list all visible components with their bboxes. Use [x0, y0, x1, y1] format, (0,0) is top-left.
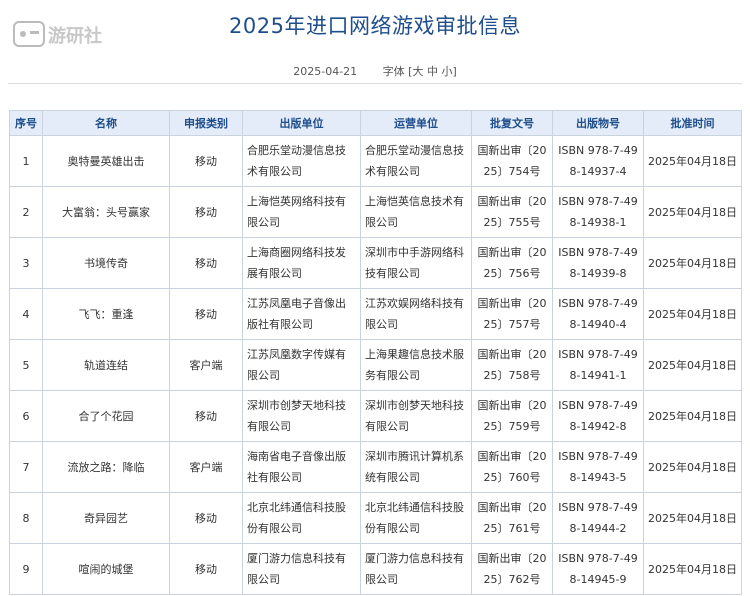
cell-col-isbn: ISBN 978-7-498-14944-2 — [552, 492, 644, 544]
cell-col-operator: 合肥乐堂动漫信息技术有限公司 — [360, 135, 472, 187]
cell-col-index: 8 — [9, 492, 43, 544]
cell-col-date: 2025年04月18日 — [643, 543, 742, 595]
cell-col-name: 奇异园艺 — [42, 492, 170, 544]
table-row: 9 喧闹的城堡 移动 厦门游力信息科技有限公司 厦门游力信息科技有限公司 国新出审〔202… — [9, 543, 742, 595]
cell-col-approval-no: 国新出审〔2025〕761号 — [471, 492, 553, 544]
cell-col-approval-no: 国新出审〔2025〕758号 — [471, 339, 553, 391]
cell-col-index: 4 — [9, 288, 43, 340]
cell-col-index: 3 — [9, 237, 43, 289]
font-size-switcher[interactable]: [大 中 小] — [408, 65, 457, 78]
cell-col-approval-no: 国新出审〔2025〕757号 — [471, 288, 553, 340]
cell-col-approval-no: 国新出审〔2025〕760号 — [471, 441, 553, 493]
header-col-isbn: 出版物号 — [552, 110, 644, 136]
cell-col-isbn: ISBN 978-7-498-14943-5 — [552, 441, 644, 493]
cell-col-category: 客户端 — [169, 339, 243, 391]
cell-col-publisher: 江苏凤凰电子音像出版社有限公司 — [242, 288, 361, 340]
page-header: 游研社 2025年进口网络游戏审批信息 2025-04-21 字体 [大 中 小… — [0, 0, 750, 84]
header-col-category: 申报类别 — [169, 110, 243, 136]
cell-col-approval-no: 国新出审〔2025〕755号 — [471, 186, 553, 238]
cell-col-approval-no: 国新出审〔2025〕759号 — [471, 390, 553, 442]
cell-col-publisher: 北京北纬通信科技股份有限公司 — [242, 492, 361, 544]
cell-col-index: 2 — [9, 186, 43, 238]
table-row: 6 合了个花园 移动 深圳市创梦天地科技有限公司 深圳市创梦天地科技有限公司 国新出审〔2… — [9, 390, 742, 442]
table-row: 7 流放之路：降临 客户端 海南省电子音像出版社有限公司 深圳市腾讯计算机系统有限公司国… — [9, 441, 742, 493]
cell-col-operator: 上海恺英信息技术有限公司 — [360, 186, 472, 238]
cell-col-index: 1 — [9, 135, 43, 187]
table-body: 1 奥特曼英雄出击 移动 合肥乐堂动漫信息技术有限公司 合肥乐堂动漫信息技术有限公司 国新… — [9, 135, 742, 595]
cell-col-category: 移动 — [169, 186, 243, 238]
table-row: 2 大富翁：头号赢家 移动 上海恺英网络科技有限公司 上海恺英信息技术有限公司 国新出审〔… — [9, 186, 742, 238]
cell-col-isbn: ISBN 978-7-498-14939-8 — [552, 237, 644, 289]
cell-col-operator: 深圳市中手游网络科技有限公司 — [360, 237, 472, 289]
table-row: 8 奇异园艺 移动 北京北纬通信科技股份有限公司 北京北纬通信科技股份有限公司 国新出审〔… — [9, 492, 742, 544]
cell-col-category: 移动 — [169, 390, 243, 442]
header-col-name: 名称 — [42, 110, 170, 136]
cell-col-isbn: ISBN 978-7-498-14941-1 — [552, 339, 644, 391]
cell-col-name: 喧闹的城堡 — [42, 543, 170, 595]
cell-col-approval-no: 国新出审〔2025〕762号 — [471, 543, 553, 595]
cell-col-publisher: 江苏凤凰数字传媒有限公司 — [242, 339, 361, 391]
header-col-index: 序号 — [9, 110, 43, 136]
publish-date: 2025-04-21 — [293, 65, 358, 78]
cell-col-category: 移动 — [169, 288, 243, 340]
cell-col-isbn: ISBN 978-7-498-14938-1 — [552, 186, 644, 238]
header-col-date: 批准时间 — [643, 110, 742, 136]
cell-col-date: 2025年04月18日 — [643, 390, 742, 442]
cell-col-name: 轨道连结 — [42, 339, 170, 391]
cell-col-date: 2025年04月18日 — [643, 237, 742, 289]
cell-col-publisher: 上海商圈网络科技发展有限公司 — [242, 237, 361, 289]
cell-col-date: 2025年04月18日 — [643, 441, 742, 493]
cell-col-index: 7 — [9, 441, 43, 493]
cell-col-index: 9 — [9, 543, 43, 595]
cell-col-name: 合了个花园 — [42, 390, 170, 442]
cell-col-publisher: 深圳市创梦天地科技有限公司 — [242, 390, 361, 442]
cell-col-isbn: ISBN 978-7-498-14937-4 — [552, 135, 644, 187]
header-col-approval-no: 批复文号 — [471, 110, 553, 136]
cell-col-operator: 上海果趣信息技术服务有限公司 — [360, 339, 472, 391]
cell-col-isbn: ISBN 978-7-498-14942-8 — [552, 390, 644, 442]
cell-col-operator: 厦门游力信息科技有限公司 — [360, 543, 472, 595]
table-row: 3 书境传奇 移动 上海商圈网络科技发展有限公司 深圳市中手游网络科技有限公司 国新出审〔… — [9, 237, 742, 289]
cell-col-operator: 深圳市创梦天地科技有限公司 — [360, 390, 472, 442]
cell-col-publisher: 上海恺英网络科技有限公司 — [242, 186, 361, 238]
cell-col-category: 移动 — [169, 543, 243, 595]
page-title: 2025年进口网络游戏审批信息 — [229, 14, 521, 38]
font-size-label: 字体 — [382, 65, 405, 78]
cell-col-publisher: 厦门游力信息科技有限公司 — [242, 543, 361, 595]
cell-col-category: 客户端 — [169, 441, 243, 493]
cell-col-category: 移动 — [169, 237, 243, 289]
cell-col-isbn: ISBN 978-7-498-14945-9 — [552, 543, 644, 595]
table-header-row: 序号 名称 申报类别 出版单位 运营单位 批复文号 出版物号 批准时间 — [9, 110, 742, 136]
cell-col-date: 2025年04月18日 — [643, 186, 742, 238]
table-row: 1 奥特曼英雄出击 移动 合肥乐堂动漫信息技术有限公司 合肥乐堂动漫信息技术有限公司 国新… — [9, 135, 742, 187]
cell-col-approval-no: 国新出审〔2025〕754号 — [471, 135, 553, 187]
cell-col-name: 大富翁：头号赢家 — [42, 186, 170, 238]
approval-table: 序号 名称 申报类别 出版单位 运营单位 批复文号 出版物号 批准时间 1 奥特曼英雄出击 移动合… — [9, 110, 742, 595]
cell-col-name: 流放之路：降临 — [42, 441, 170, 493]
cell-col-publisher: 海南省电子音像出版社有限公司 — [242, 441, 361, 493]
cell-col-operator: 深圳市腾讯计算机系统有限公司 — [360, 441, 472, 493]
cell-col-name: 飞飞：重逢 — [42, 288, 170, 340]
cell-col-date: 2025年04月18日 — [643, 339, 742, 391]
cell-col-date: 2025年04月18日 — [643, 288, 742, 340]
header-col-operator: 运营单位 — [360, 110, 472, 136]
cell-col-operator: 北京北纬通信科技股份有限公司 — [360, 492, 472, 544]
cell-col-index: 6 — [9, 390, 43, 442]
table-row: 4 飞飞：重逢 移动 江苏凤凰电子音像出版社有限公司 江苏欢娱网络科技有限公司 国新出审〔… — [9, 288, 742, 340]
cell-col-publisher: 合肥乐堂动漫信息技术有限公司 — [242, 135, 361, 187]
cell-col-operator: 江苏欢娱网络科技有限公司 — [360, 288, 472, 340]
article-meta: 2025-04-21 字体 [大 中 小] — [0, 63, 750, 79]
cell-col-name: 奥特曼英雄出击 — [42, 135, 170, 187]
cell-col-date: 2025年04月18日 — [643, 492, 742, 544]
header-col-publisher: 出版单位 — [242, 110, 361, 136]
cell-col-category: 移动 — [169, 135, 243, 187]
cell-col-index: 5 — [9, 339, 43, 391]
cell-col-isbn: ISBN 978-7-498-14940-4 — [552, 288, 644, 340]
cell-col-category: 移动 — [169, 492, 243, 544]
cell-col-approval-no: 国新出审〔2025〕756号 — [471, 237, 553, 289]
cell-col-name: 书境传奇 — [42, 237, 170, 289]
table-row: 5 轨道连结 客户端 江苏凤凰数字传媒有限公司 上海果趣信息技术服务有限公司 国新出审〔2… — [9, 339, 742, 391]
cell-col-date: 2025年04月18日 — [643, 135, 742, 187]
header-divider — [8, 83, 742, 84]
